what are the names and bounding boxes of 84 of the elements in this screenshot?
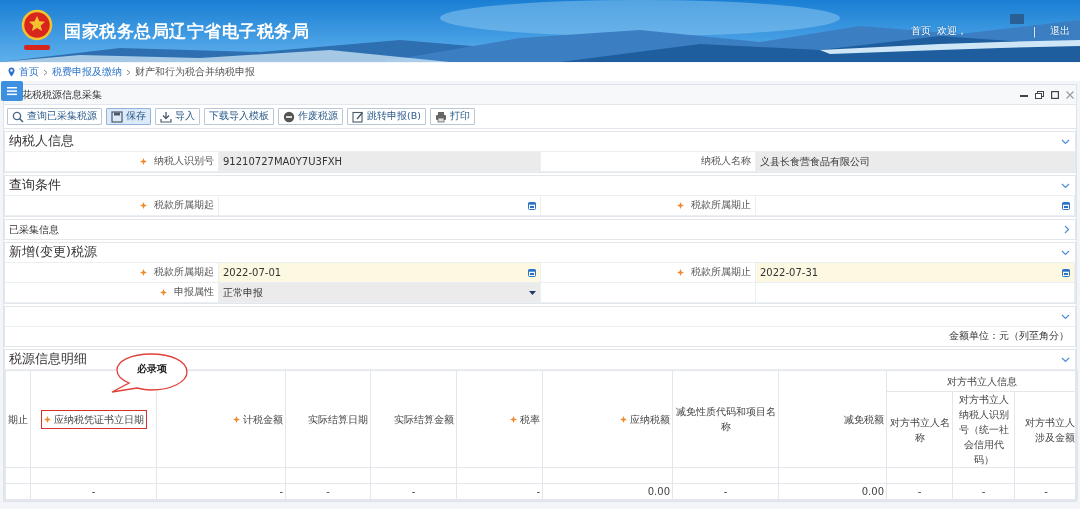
toolbar-button[interactable]: 查询已采集税源 [7,108,102,125]
column-header: 期止 [8,413,28,425]
save-icon [111,110,123,123]
column-header: 减免税额 [844,413,884,425]
column-header: 实际结算日期 [308,413,368,425]
chevron-down-icon[interactable] [1061,138,1070,145]
column-header: 税率 [520,413,540,425]
calendar-icon[interactable] [528,201,536,210]
column-header: 对方书立人名称 [889,416,950,443]
column-header: 应纳税额 [630,413,670,425]
section-title: 税源信息明细 [9,351,87,368]
section-title: 查询条件 [9,177,61,194]
chevron-right-icon [43,68,48,76]
date-field[interactable]: 2022-07-31 [756,263,1075,282]
readonly-field: 义县长食营食品有限公司 [756,152,1075,171]
header-link[interactable]: 首页 [910,24,931,38]
chevron-down-icon[interactable] [1061,356,1070,363]
callout-text: 必录项 [137,362,167,376]
readonly-field: 91210727MA0Y7U3FXH [219,152,541,171]
dropdown-field[interactable]: 正常申报 [219,283,541,302]
column-header: 应纳税凭证书立日期 [53,413,144,425]
site-title: 国家税务总局辽宁省电子税务局 [64,19,309,43]
table-cell: 0.00 [861,486,884,497]
section-title: 已采集信息 [9,222,59,237]
column-header: 减免性质代码和项目名称 [675,406,776,432]
location-pin-icon [8,67,15,77]
unit-note: 金额单位：元（列至角分） [949,330,1069,343]
column-header: 计税金额 [243,413,283,425]
calendar-icon[interactable] [1062,268,1070,277]
table-cell: - [91,486,96,497]
table-cell: 0.00 [647,486,670,497]
chevron-right-icon [126,68,131,76]
section-title: 纳税人信息 [9,133,74,150]
table-cell: - [917,486,922,497]
column-header: 对方书立人涉及金额 [1025,416,1075,443]
menu-icon [7,86,17,96]
chevron-down-icon[interactable] [1061,249,1070,256]
calendar-icon[interactable] [1062,201,1070,210]
field-label: 税款所属期起 [154,199,214,212]
toolbar-button[interactable]: 跳转申报(B) [347,108,426,125]
restore-icon[interactable] [1035,90,1044,99]
chevron-down-icon[interactable] [1061,182,1070,189]
column-group-header: 对方书立人信息 [947,375,1017,387]
close-icon[interactable] [1066,90,1074,99]
menu-button[interactable] [1,81,23,101]
calendar-icon[interactable] [528,268,536,277]
toolbar-button[interactable]: 导入 [155,108,200,125]
date-field[interactable]: 2022-07-01 [219,263,541,282]
caret-icon[interactable] [529,290,536,295]
field-label: 税款所属期止 [691,266,751,279]
table-cell: - [279,486,283,497]
field-label: 纳税人名称 [701,155,751,168]
table-cell: - [723,486,728,497]
printer-icon [434,110,447,123]
welcome-text: 欢迎， [936,24,967,38]
breadcrumb-link[interactable]: 税费申报及缴纳 [52,65,122,79]
section-title: 新增(变更)税源 [9,244,97,261]
chevron-down-icon[interactable] [1061,313,1070,320]
field-label: 纳税人识别号 [154,155,214,168]
breadcrumb-current: 财产和行为税合并纳税申报 [135,65,255,79]
toolbar-button[interactable]: 保存 [106,108,151,125]
panel-title: 花税税源信息采集 [22,87,102,102]
field-label: 税款所属期起 [154,266,214,279]
column-header: 实际结算金额 [394,413,454,425]
table-cell: - [326,486,330,497]
chevron-right-icon[interactable] [1064,225,1070,234]
table-cell: - [1044,486,1048,497]
field-label: 申报属性 [174,286,214,299]
download-icon [160,110,172,123]
column-header: 对方书立人纳税人识别号（统一社会信用代码） [958,394,1009,465]
separator: | [1032,25,1036,37]
search-icon [12,110,24,123]
edit-icon [352,110,364,123]
table-cell: - [411,486,416,497]
field-label: 税款所属期止 [691,199,751,212]
toolbar-button[interactable]: 下载导入模板 [204,108,274,125]
breadcrumb-link[interactable]: 首页 [19,65,39,79]
toolbar-button[interactable]: 作废税源 [278,108,343,125]
table-cell: - [981,486,986,497]
toolbar-button[interactable]: 打印 [429,108,475,125]
header-link[interactable]: 退出 [1050,24,1070,38]
table-cell: - [536,486,540,497]
maximize-icon[interactable] [1051,90,1059,99]
minus-circle-icon [283,110,295,123]
